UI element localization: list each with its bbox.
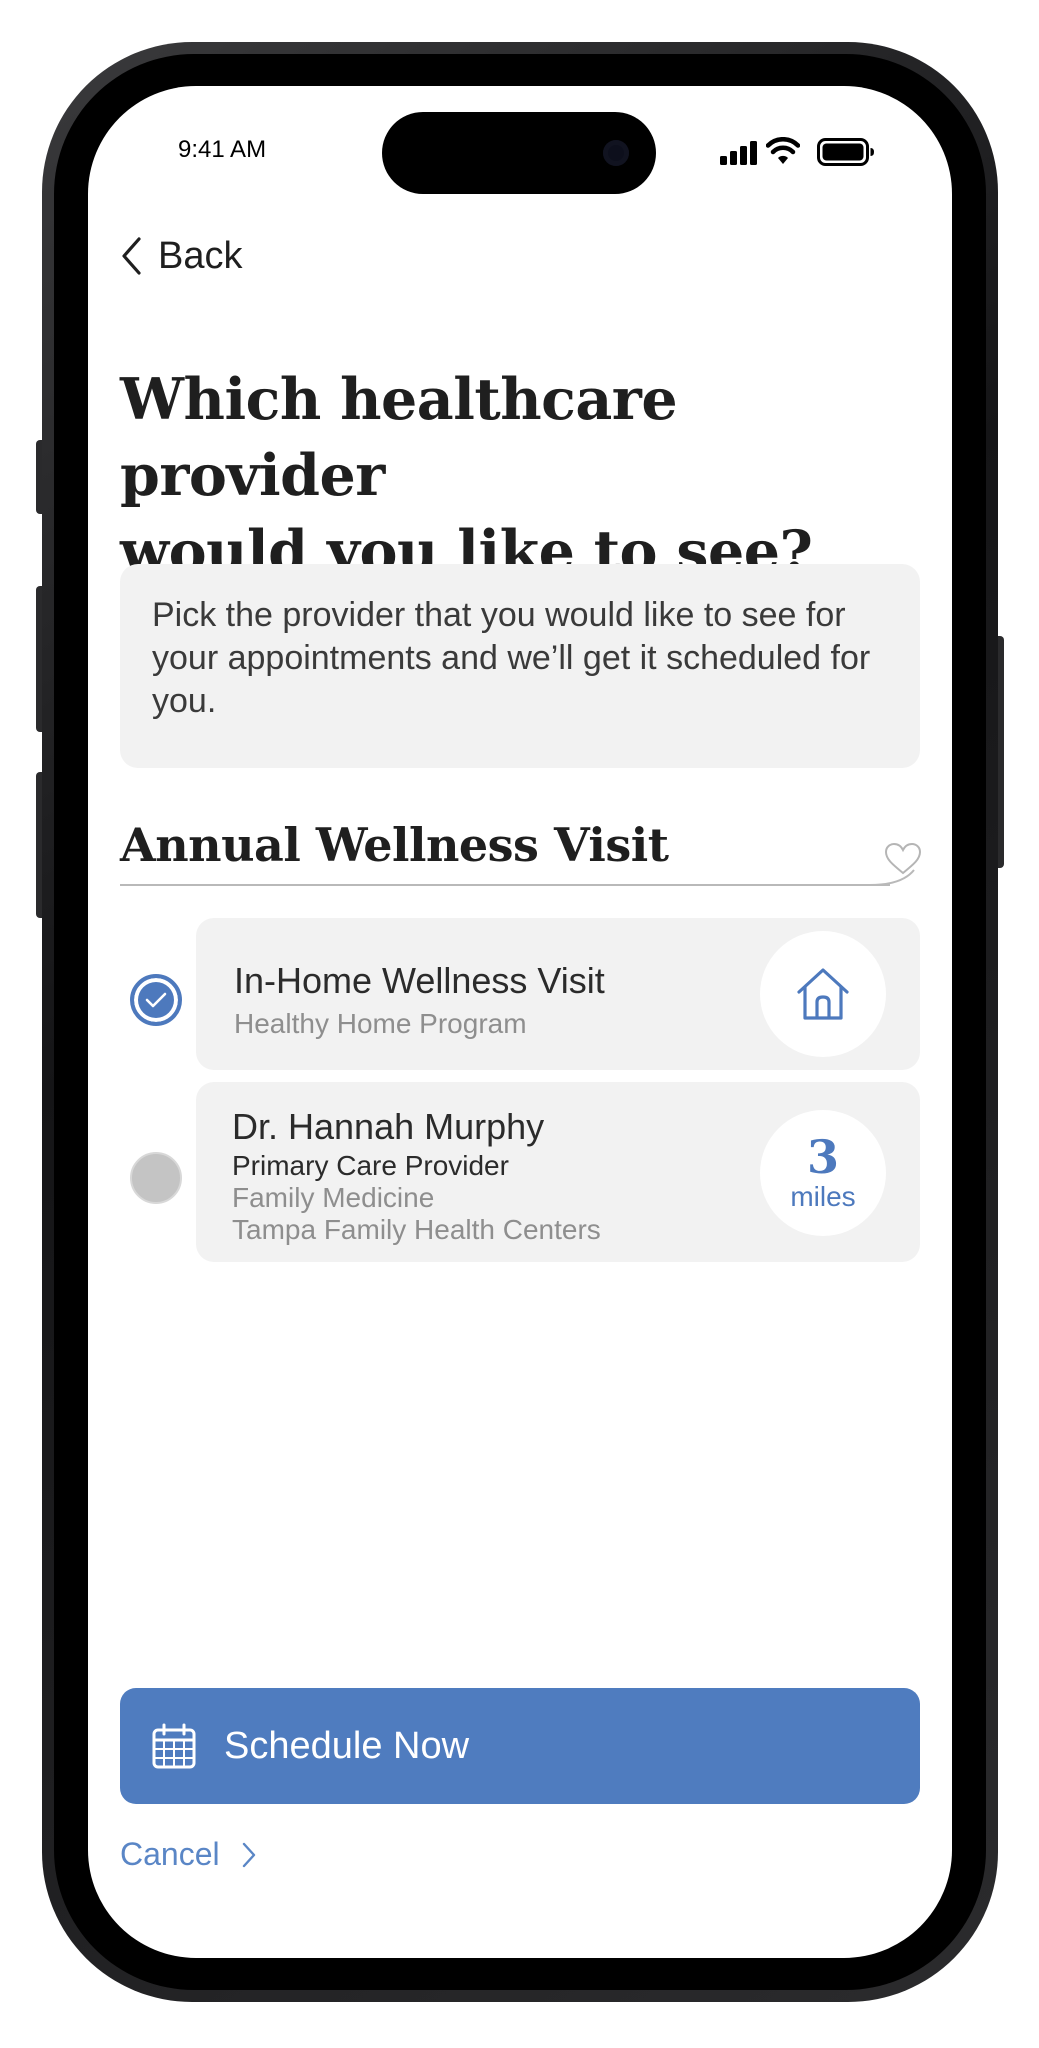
info-box: Pick the provider that you would like to… [120,564,920,768]
provider-specialty: Family Medicine [232,1182,435,1213]
chevron-right-icon [242,1842,255,1867]
battery-icon [817,138,874,166]
cellular-signal-icon [720,141,757,165]
option-provider-radio[interactable] [130,1152,182,1204]
cancel-label: Cancel [120,1836,220,1872]
page-title-line-1: Which healthcare provider [120,366,678,509]
home-icon [797,968,849,1020]
option-subtitle: Healthy Home Program [234,1008,527,1039]
distance-value: 3 [806,1130,839,1184]
calendar-icon [152,1723,196,1769]
option-card-provider[interactable]: Dr. Hannah Murphy Primary Care Provider … [196,1082,920,1262]
favorite-heart-icon[interactable] [884,842,922,876]
option-title: In-Home Wellness Visit [234,960,605,1001]
checkmark-icon [145,992,167,1008]
provider-name: Dr. Hannah Murphy [232,1106,545,1147]
schedule-now-label: Schedule Now [224,1724,470,1767]
home-badge [760,931,886,1057]
camera-icon [603,140,629,166]
option-card-in-home[interactable]: In-Home Wellness Visit Healthy Home Prog… [196,918,920,1070]
distance-badge: 3 miles [760,1110,886,1236]
page-title: Which healthcare provider would you like… [120,362,920,590]
section-divider [120,884,890,886]
option-in-home-radio-selected[interactable] [130,974,182,1026]
back-button[interactable]: Back [120,232,242,280]
provider-role: Primary Care Provider [232,1150,509,1181]
wifi-icon [766,137,800,164]
back-label: Back [158,234,243,277]
info-text: Pick the provider that you would like to… [152,596,871,720]
cancel-link[interactable]: Cancel [120,1836,256,1873]
schedule-now-button[interactable]: Schedule Now [120,1688,920,1804]
chevron-left-icon [122,237,141,275]
distance-unit: miles [790,1181,856,1212]
section-title: Annual Wellness Visit [120,818,669,872]
provider-organization: Tampa Family Health Centers [232,1214,601,1245]
status-time: 9:41 AM [178,136,267,163]
